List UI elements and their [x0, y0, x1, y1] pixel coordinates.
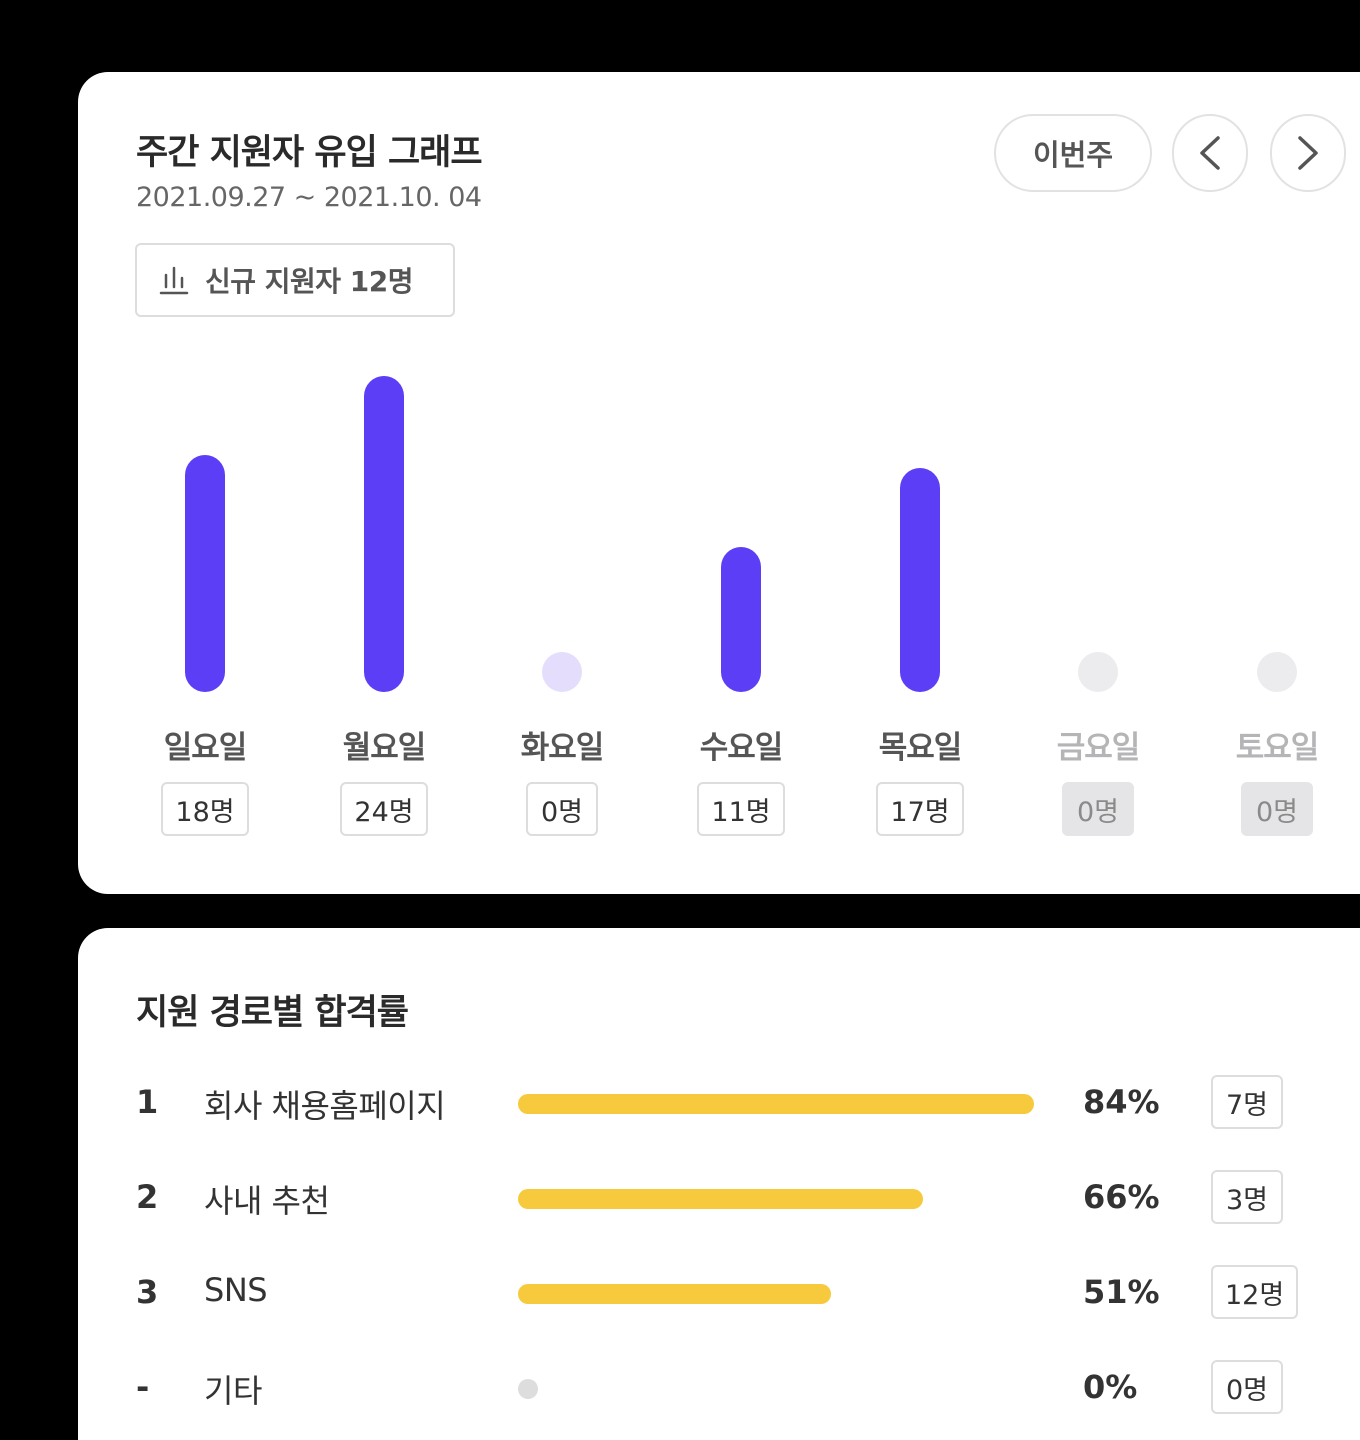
chart-bar: [364, 376, 404, 692]
source-name: 기타: [204, 1372, 262, 1410]
pass-rate-track: [518, 1379, 1034, 1399]
day-column: 월요일 24명: [324, 72, 444, 894]
pass-rate-bar: [518, 1094, 1034, 1114]
source-rank: -: [136, 1368, 150, 1406]
pass-rate-bar: [518, 1284, 832, 1304]
source-row: 2 사내 추천 66% 3명: [78, 1168, 1360, 1228]
day-count: 17명: [876, 782, 964, 836]
source-row: 1 회사 채용홈페이지 84% 7명: [78, 1073, 1360, 1133]
day-count: 0명: [526, 782, 598, 836]
pass-rate-track: [518, 1189, 1034, 1209]
pass-rate-percent: 66%: [1083, 1178, 1160, 1216]
day-column: 일요일 18명: [145, 72, 265, 894]
source-count: 0명: [1211, 1360, 1283, 1414]
day-count: 18명: [161, 782, 249, 836]
pass-rate-bar: [518, 1379, 538, 1399]
source-name: 회사 채용홈페이지: [204, 1087, 446, 1125]
source-rank: 1: [136, 1083, 159, 1121]
source-pass-rate-card: 지원 경로별 합격률 1 회사 채용홈페이지 84% 7명 2 사내 추천 66…: [78, 928, 1360, 1440]
source-count: 7명: [1211, 1075, 1283, 1129]
day-label: 월요일: [342, 730, 427, 766]
day-column: 화요일 0명: [502, 72, 622, 894]
day-column: 토요일 0명: [1217, 72, 1337, 894]
pass-rate-percent: 0%: [1083, 1368, 1138, 1406]
day-count: 0명: [1241, 782, 1313, 836]
day-column: 금요일 0명: [1038, 72, 1158, 894]
chart-bar: [900, 468, 940, 692]
pass-rate-percent: 51%: [1083, 1273, 1160, 1311]
source-rank: 2: [136, 1178, 159, 1216]
source-row: - 기타 0% 0명: [78, 1358, 1360, 1418]
chart-bar: [185, 455, 225, 692]
day-count: 24명: [340, 782, 428, 836]
source-row: 3 SNS 51% 12명: [78, 1263, 1360, 1323]
day-count: 11명: [697, 782, 785, 836]
day-label: 화요일: [520, 730, 605, 766]
pass-rate-track: [518, 1094, 1034, 1114]
source-rank: 3: [136, 1273, 159, 1311]
source-pass-rate-title: 지원 경로별 합격률: [136, 993, 409, 1033]
source-name: SNS: [204, 1271, 268, 1309]
day-column: 목요일 17명: [860, 72, 980, 894]
day-label: 목요일: [878, 730, 963, 766]
day-column: 수요일 11명: [681, 72, 801, 894]
pass-rate-bar: [518, 1189, 924, 1209]
source-count: 3명: [1211, 1170, 1283, 1224]
chart-bar: [1078, 652, 1118, 692]
pass-rate-percent: 84%: [1083, 1083, 1160, 1121]
chart-bar: [721, 547, 761, 692]
chart-bar: [1257, 652, 1297, 692]
day-label: 일요일: [163, 730, 248, 766]
source-count: 12명: [1211, 1265, 1299, 1319]
weekly-bar-chart: 일요일 18명 월요일 24명 화요일 0명 수요일 11명 목요일 17명 금요일 0명 토요일 0명: [78, 72, 1360, 894]
day-label: 수요일: [699, 730, 784, 766]
chart-bar: [542, 652, 582, 692]
day-count: 0명: [1062, 782, 1134, 836]
day-label: 토요일: [1235, 730, 1320, 766]
source-name: 사내 추천: [204, 1182, 330, 1220]
pass-rate-track: [518, 1284, 1034, 1304]
weekly-applicants-card: 주간 지원자 유입 그래프 2021.09.27 ~ 2021.10. 04 이…: [78, 72, 1360, 894]
day-label: 금요일: [1056, 730, 1141, 766]
